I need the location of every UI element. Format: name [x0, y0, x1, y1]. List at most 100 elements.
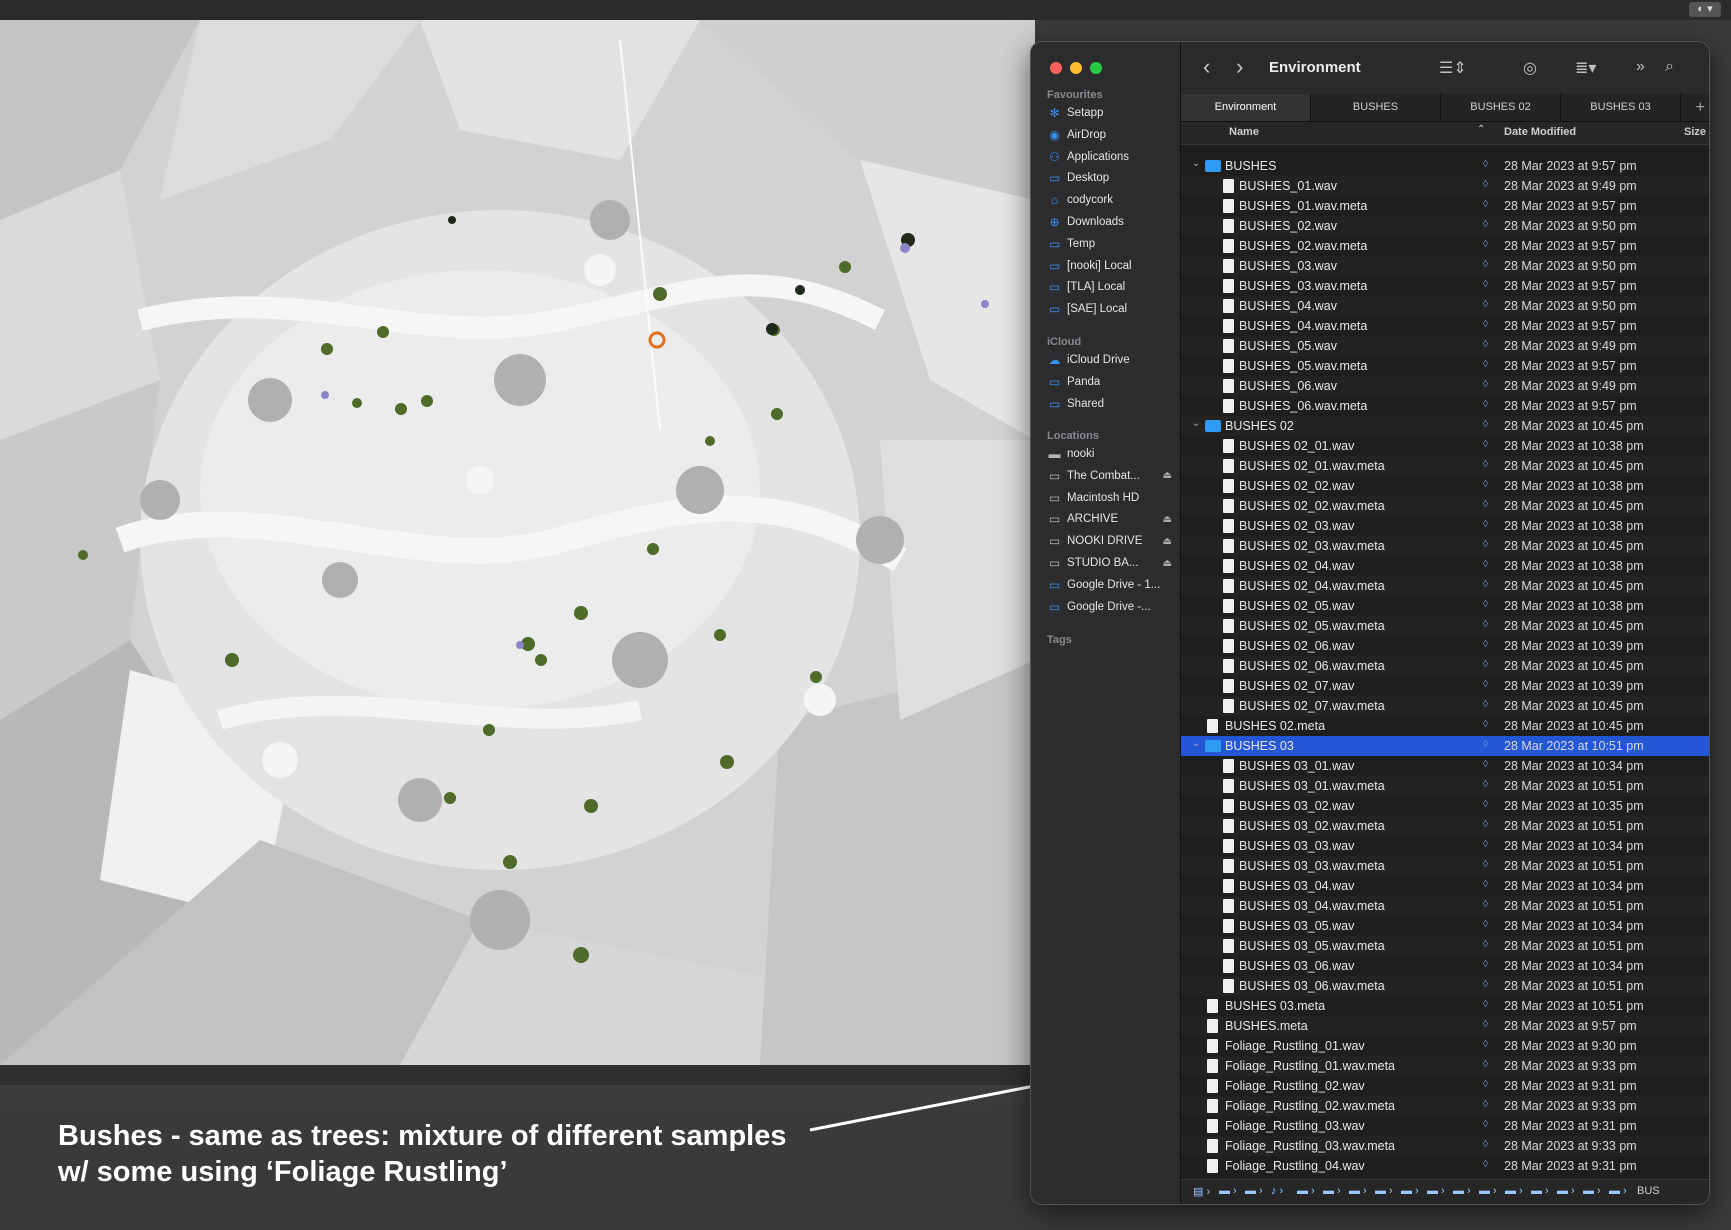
disclosure-chevron-icon[interactable]: ⌄ — [1191, 738, 1201, 749]
folder-icon[interactable]: ▬ › — [1245, 1185, 1263, 1197]
file-row[interactable]: BUSHES_02.wav.meta ◊ 28 Mar 2023 at 9:57 p… — [1181, 236, 1709, 256]
column-date-header[interactable]: Date Modified — [1504, 126, 1576, 138]
file-row[interactable]: BUSHES_01.wav ◊ 28 Mar 2023 at 9:49 pm — [1181, 176, 1709, 196]
file-row[interactable]: Foliage_Rustling_01.wav ◊ 28 Mar 2023 at 9… — [1181, 1036, 1709, 1056]
eject-icon[interactable]: ⏏ — [1163, 470, 1172, 481]
file-row[interactable]: BUSHES 03_05.wav ◊ 28 Mar 2023 at 10:34 pm — [1181, 916, 1709, 936]
search-icon[interactable]: ⌕ — [1665, 58, 1674, 76]
tab-bushes[interactable]: BUSHES — [1311, 94, 1441, 121]
file-row[interactable]: BUSHES_04.wav ◊ 28 Mar 2023 at 9:50 pm — [1181, 296, 1709, 316]
folder-icon[interactable]: ▬ › — [1609, 1185, 1627, 1197]
folder-icon[interactable]: ▬ › — [1557, 1185, 1575, 1197]
file-row[interactable]: BUSHES_06.wav.meta ◊ 28 Mar 2023 at 9:57 p… — [1181, 396, 1709, 416]
tab-bushes-03[interactable]: BUSHES 03 — [1561, 94, 1681, 121]
view-options-icon[interactable]: ☰⇕ — [1439, 58, 1467, 78]
folder-icon[interactable]: ▬ › — [1427, 1185, 1445, 1197]
path-bar-current[interactable]: BUS — [1637, 1185, 1660, 1197]
scene-viewport[interactable] — [0, 20, 1035, 1065]
sidebar-item-macintosh-hd[interactable]: ▭ Macintosh HD — [1047, 487, 1172, 509]
file-row[interactable]: BUSHES 03_06.wav.meta ◊ 28 Mar 2023 at 10:… — [1181, 976, 1709, 996]
file-row[interactable]: BUSHES_03.wav.meta ◊ 28 Mar 2023 at 9:57 p… — [1181, 276, 1709, 296]
file-row[interactable]: BUSHES 03_03.wav.meta ◊ 28 Mar 2023 at 10:… — [1181, 856, 1709, 876]
file-row[interactable]: BUSHES 03_02.wav.meta ◊ 28 Mar 2023 at 10:… — [1181, 816, 1709, 836]
folder-row[interactable]: ⌄ BUSHES 02 ◊ 28 Mar 2023 at 10:45 pm — [1181, 416, 1709, 436]
scene-view-options-button[interactable]: ◐ ▾ — [1689, 2, 1721, 17]
file-row[interactable]: Foliage_Rustling_02.wav ◊ 28 Mar 2023 at 9… — [1181, 1076, 1709, 1096]
file-row[interactable]: BUSHES_06.wav ◊ 28 Mar 2023 at 9:49 pm — [1181, 376, 1709, 396]
file-row[interactable]: BUSHES 03_04.wav ◊ 28 Mar 2023 at 10:34 pm — [1181, 876, 1709, 896]
sidebar-item-google-drive[interactable]: ▭ Google Drive -... — [1047, 596, 1172, 618]
file-row[interactable]: BUSHES_04.wav.meta ◊ 28 Mar 2023 at 9:57 p… — [1181, 316, 1709, 336]
sidebar-item-applications[interactable]: ⚇ Applications — [1047, 146, 1172, 168]
sidebar-item-studio-ba[interactable]: ▭ STUDIO BA... ⏏ — [1047, 552, 1172, 574]
sidebar-item-panda[interactable]: ▭ Panda — [1047, 371, 1172, 393]
file-row[interactable]: BUSHES_01.wav.meta ◊ 28 Mar 2023 at 9:57 p… — [1181, 196, 1709, 216]
disclosure-chevron-icon[interactable]: ⌄ — [1191, 158, 1201, 169]
sidebar-item-shared[interactable]: ▭ Shared — [1047, 393, 1172, 415]
sidebar-item-setapp[interactable]: ✻ Setapp — [1047, 102, 1172, 124]
sidebar-item-nooki-local[interactable]: ▭ [nooki] Local — [1047, 255, 1172, 277]
file-row[interactable]: BUSHES 02_05.wav.meta ◊ 28 Mar 2023 at 10:… — [1181, 616, 1709, 636]
file-row[interactable]: Foliage_Rustling_03.wav.meta ◊ 28 Mar 2023… — [1181, 1136, 1709, 1156]
file-row[interactable]: BUSHES 03_01.wav ◊ 28 Mar 2023 at 10:34 pm — [1181, 756, 1709, 776]
folder-icon[interactable]: ▬ › — [1453, 1185, 1471, 1197]
forward-chevron-icon[interactable]: › — [1236, 56, 1243, 78]
file-row[interactable]: Foliage_Rustling_02.wav.meta ◊ 28 Mar 2023… — [1181, 1096, 1709, 1116]
sidebar-item-nooki[interactable]: ▬ nooki — [1047, 443, 1172, 465]
folder-icon[interactable]: ▬ › — [1401, 1185, 1419, 1197]
file-row[interactable]: BUSHES 03_01.wav.meta ◊ 28 Mar 2023 at 10:… — [1181, 776, 1709, 796]
file-row[interactable]: BUSHES 02_04.wav.meta ◊ 28 Mar 2023 at 10:… — [1181, 576, 1709, 596]
file-row[interactable]: BUSHES_05.wav.meta ◊ 28 Mar 2023 at 9:57 p… — [1181, 356, 1709, 376]
sidebar-item-nooki-drive[interactable]: ▭ NOOKI DRIVE ⏏ — [1047, 530, 1172, 552]
folder-icon[interactable]: ▬ › — [1479, 1185, 1497, 1197]
file-row[interactable]: BUSHES 02_01.wav ◊ 28 Mar 2023 at 10:38 pm — [1181, 436, 1709, 456]
file-row[interactable]: BUSHES 02_07.wav.meta ◊ 28 Mar 2023 at 10:… — [1181, 696, 1709, 716]
sidebar-item-desktop[interactable]: ▭ Desktop — [1047, 167, 1172, 189]
file-row[interactable]: BUSHES 02_02.wav ◊ 28 Mar 2023 at 10:38 pm — [1181, 476, 1709, 496]
folder-icon[interactable]: ▬ › — [1219, 1185, 1237, 1197]
eject-icon[interactable]: ⏏ — [1163, 558, 1172, 569]
file-row[interactable]: BUSHES 03_06.wav ◊ 28 Mar 2023 at 10:34 pm — [1181, 956, 1709, 976]
folder-icon[interactable]: ▬ › — [1349, 1185, 1367, 1197]
folder-icon[interactable]: ▬ › — [1583, 1185, 1601, 1197]
sidebar-item-archive[interactable]: ▭ ARCHIVE ⏏ — [1047, 508, 1172, 530]
file-row[interactable]: Foliage_Rustling_03.wav ◊ 28 Mar 2023 at 9… — [1181, 1116, 1709, 1136]
back-chevron-icon[interactable]: ‹ — [1203, 56, 1210, 78]
file-row[interactable]: Foliage_Rustling_04.wav ◊ 28 Mar 2023 at 9… — [1181, 1156, 1709, 1176]
file-row[interactable]: BUSHES 02_02.wav.meta ◊ 28 Mar 2023 at 10:… — [1181, 496, 1709, 516]
more-toolbar-icon[interactable]: » — [1636, 58, 1645, 76]
eject-icon[interactable]: ⏏ — [1163, 514, 1172, 525]
disclosure-chevron-icon[interactable]: ⌄ — [1191, 418, 1201, 429]
folder-icon[interactable]: ▬ › — [1375, 1185, 1393, 1197]
file-row[interactable]: Foliage_Rustling_01.wav.meta ◊ 28 Mar 2023… — [1181, 1056, 1709, 1076]
sidebar-item-airdrop[interactable]: ◉ AirDrop — [1047, 124, 1172, 146]
airdrop-share-icon[interactable]: ◎ — [1523, 58, 1537, 78]
folder-icon[interactable]: ♪ › — [1271, 1185, 1283, 1197]
file-row[interactable]: BUSHES 03.meta ◊ 28 Mar 2023 at 10:51 pm — [1181, 996, 1709, 1016]
sidebar-item-downloads[interactable]: ⊕ Downloads — [1047, 211, 1172, 233]
file-row[interactable]: BUSHES 02_07.wav ◊ 28 Mar 2023 at 10:39 pm — [1181, 676, 1709, 696]
close-window-button[interactable] — [1050, 62, 1062, 74]
file-row[interactable]: BUSHES_03.wav ◊ 28 Mar 2023 at 9:50 pm — [1181, 256, 1709, 276]
sidebar-item-temp[interactable]: ▭ Temp — [1047, 233, 1172, 255]
file-row[interactable]: BUSHES 02_03.wav.meta ◊ 28 Mar 2023 at 10:… — [1181, 536, 1709, 556]
eject-icon[interactable]: ⏏ — [1163, 536, 1172, 547]
file-row[interactable]: BUSHES 02_06.wav ◊ 28 Mar 2023 at 10:39 pm — [1181, 636, 1709, 656]
file-row[interactable]: BUSHES_05.wav ◊ 28 Mar 2023 at 9:49 pm — [1181, 336, 1709, 356]
folder-icon[interactable]: ▬ › — [1323, 1185, 1341, 1197]
sidebar-item-google-drive-1[interactable]: ▭ Google Drive - 1... — [1047, 574, 1172, 596]
folder-row[interactable]: ⌄ BUSHES 03 ◊ 28 Mar 2023 at 10:51 pm — [1181, 736, 1709, 756]
file-row[interactable]: BUSHES 03_03.wav ◊ 28 Mar 2023 at 10:34 pm — [1181, 836, 1709, 856]
file-row[interactable]: BUSHES 02_05.wav ◊ 28 Mar 2023 at 10:38 pm — [1181, 596, 1709, 616]
add-tab-button[interactable]: + — [1696, 94, 1705, 121]
tab-bushes-02[interactable]: BUSHES 02 — [1441, 94, 1561, 121]
folder-icon[interactable]: ▬ › — [1505, 1185, 1523, 1197]
sidebar-item-the-combat[interactable]: ▭ The Combat... ⏏ — [1047, 465, 1172, 487]
file-row[interactable]: BUSHES 02_04.wav ◊ 28 Mar 2023 at 10:38 pm — [1181, 556, 1709, 576]
sidebar-item-icloud-drive[interactable]: ☁ iCloud Drive — [1047, 349, 1172, 371]
file-row[interactable]: BUSHES 03_05.wav.meta ◊ 28 Mar 2023 at 10:… — [1181, 936, 1709, 956]
column-name-header[interactable]: Name — [1229, 126, 1259, 138]
sidebar-item-codycork[interactable]: ⌂ codycork — [1047, 189, 1172, 211]
minimize-window-button[interactable] — [1070, 62, 1082, 74]
file-row[interactable]: BUSHES 03_04.wav.meta ◊ 28 Mar 2023 at 10:… — [1181, 896, 1709, 916]
